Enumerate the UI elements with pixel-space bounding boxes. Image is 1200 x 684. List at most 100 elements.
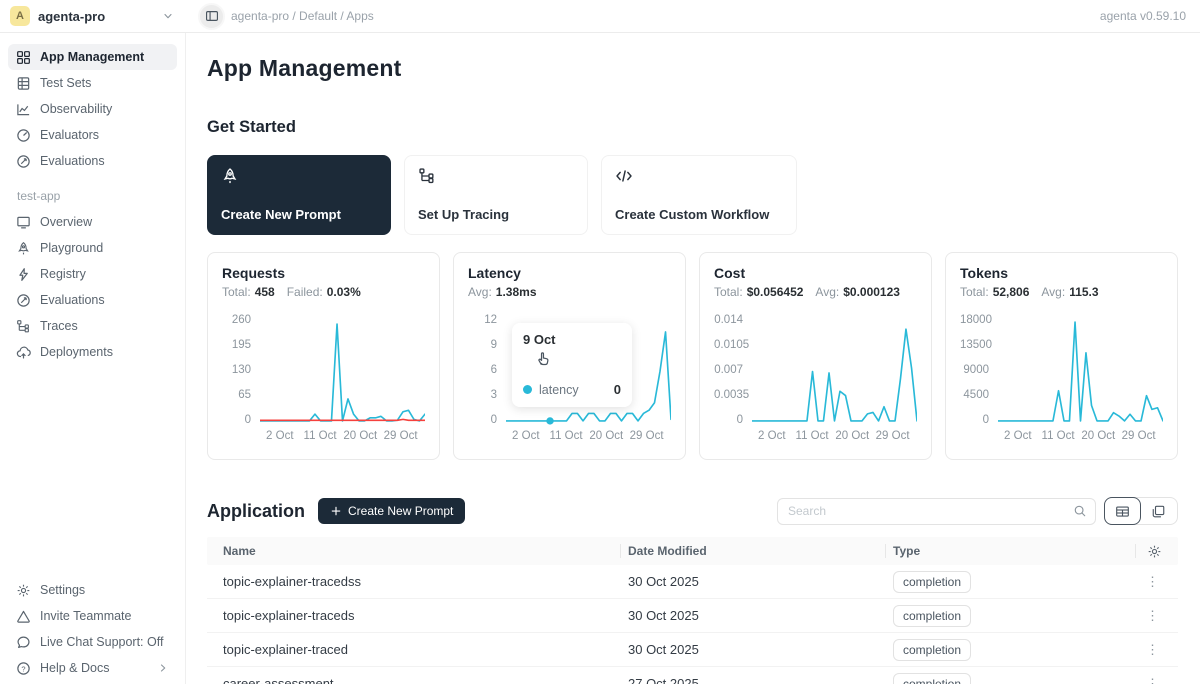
invite-icon	[16, 609, 31, 624]
get-started-card[interactable]: Set Up Tracing	[404, 155, 588, 235]
speed-icon	[16, 154, 31, 169]
hand-cursor-icon	[534, 349, 552, 367]
application-section-header: Application Create New Prompt	[207, 497, 1178, 525]
column-header-type[interactable]: Type	[885, 537, 1135, 565]
sidebar-item-label: Help & Docs	[40, 661, 109, 675]
chart-stats: Total:458Failed:0.03%	[222, 285, 425, 299]
sidebar-item-label: Registry	[40, 267, 86, 281]
plus-icon	[330, 505, 342, 517]
sidebar-item[interactable]: Evaluations	[8, 148, 177, 174]
chart-stat: Total:52,806	[960, 285, 1029, 299]
sidebar-item-label: Invite Teammate	[40, 609, 131, 623]
sidebar-section-label: test-app	[17, 189, 177, 203]
card-view-icon	[1151, 504, 1166, 519]
app-name-cell: topic-explainer-traceds	[207, 608, 620, 623]
sidebar: App Management Test Sets Observability E…	[0, 33, 186, 684]
get-started-heading: Get Started	[207, 118, 1178, 137]
date-modified-cell: 30 Oct 2025	[620, 642, 885, 657]
chart-title: Latency	[468, 265, 671, 281]
sidebar-item[interactable]: Registry	[8, 261, 177, 287]
app-name-cell: career-assessment	[207, 676, 620, 684]
get-started-cards: Create New Prompt Set Up Tracing Create …	[207, 155, 1178, 235]
sidebar-item[interactable]: Test Sets	[8, 70, 177, 96]
table-view-button[interactable]	[1104, 497, 1141, 525]
sidebar-item[interactable]: Evaluators	[8, 122, 177, 148]
create-new-prompt-button[interactable]: Create New Prompt	[318, 498, 465, 524]
sidebar-item[interactable]: Playground	[8, 235, 177, 261]
tree-icon	[418, 167, 436, 185]
chart-title: Cost	[714, 265, 917, 281]
get-started-card[interactable]: Create New Prompt	[207, 155, 391, 235]
sidebar-item[interactable]: Invite Teammate	[8, 603, 177, 629]
sidebar-item[interactable]: Evaluations	[8, 287, 177, 313]
table-row[interactable]: topic-explainer-traced 30 Oct 2025 compl…	[207, 633, 1178, 667]
sidebar-item[interactable]: Settings	[8, 577, 177, 603]
chart-x-axis: 2 Oct11 Oct20 Oct29 Oct	[998, 430, 1163, 445]
sidebar-item[interactable]: Overview	[8, 209, 177, 235]
get-started-card-label: Set Up Tracing	[418, 207, 509, 222]
grid-icon	[16, 50, 31, 65]
workspace-avatar: A	[10, 6, 30, 26]
sidebar-item[interactable]: Live Chat Support: Off	[8, 629, 177, 655]
chart-plot[interactable]	[998, 316, 1163, 426]
type-badge: completion	[893, 605, 971, 627]
table-settings-button[interactable]	[1135, 537, 1178, 565]
chart-stat: Avg:$0.000123	[815, 285, 900, 299]
get-started-card[interactable]: Create Custom Workflow	[601, 155, 797, 235]
series-line-requests	[260, 324, 425, 421]
workspace-switcher[interactable]: A agenta-pro	[0, 0, 186, 32]
table-row[interactable]: topic-explainer-tracedss 30 Oct 2025 com…	[207, 565, 1178, 599]
table-header: Name Date Modified Type	[207, 537, 1178, 565]
row-menu-icon[interactable]: ⋮	[1146, 676, 1178, 684]
table-row[interactable]: career-assessment 27 Oct 2025 completion…	[207, 667, 1178, 684]
sidebar-toggle-button[interactable]	[198, 3, 225, 30]
search-icon[interactable]	[1073, 504, 1087, 518]
date-modified-cell: 30 Oct 2025	[620, 574, 885, 589]
sidebar-item-label: App Management	[40, 50, 144, 64]
table-icon	[16, 76, 31, 91]
sidebar-item[interactable]: Deployments	[8, 339, 177, 365]
sidebar-item[interactable]: Traces	[8, 313, 177, 339]
chart-plot[interactable]	[752, 316, 917, 426]
sidebar-app-nav: Overview Playground Registry Evaluations…	[8, 209, 177, 365]
chevron-right-icon	[157, 662, 169, 674]
row-menu-icon[interactable]: ⋮	[1146, 574, 1178, 590]
row-menu-icon[interactable]: ⋮	[1146, 642, 1178, 658]
sidebar-item-label: Deployments	[40, 345, 113, 359]
date-modified-cell: 27 Oct 2025	[620, 676, 885, 684]
sidebar-item[interactable]: Observability	[8, 96, 177, 122]
applications-table: Name Date Modified Type topic-explainer-…	[207, 537, 1178, 684]
help-icon: ?	[16, 661, 31, 676]
series-line-tokens	[998, 322, 1163, 421]
tree-icon	[16, 319, 31, 334]
workspace-name: agenta-pro	[38, 9, 105, 24]
cloud-icon	[16, 345, 31, 360]
chart-plot[interactable]	[260, 316, 425, 426]
column-header-date-modified[interactable]: Date Modified	[620, 537, 885, 565]
sidebar-item-label: Overview	[40, 215, 92, 229]
rocket-icon	[16, 241, 31, 256]
card-view-button[interactable]	[1140, 498, 1177, 524]
sidebar-item-label: Settings	[40, 583, 85, 597]
sidebar-item-label: Playground	[40, 241, 103, 255]
table-row[interactable]: topic-explainer-traceds 30 Oct 2025 comp…	[207, 599, 1178, 633]
view-toggle	[1104, 497, 1178, 525]
sidebar-item[interactable]: App Management	[8, 44, 177, 70]
bolt-icon	[16, 267, 31, 282]
search-input[interactable]	[788, 504, 1073, 518]
speed-icon	[16, 293, 31, 308]
row-menu-icon[interactable]: ⋮	[1146, 608, 1178, 624]
breadcrumb: agenta-pro / Default / Apps	[231, 9, 374, 23]
get-started-card-label: Create New Prompt	[221, 207, 341, 222]
application-heading: Application	[207, 501, 305, 522]
code-icon	[615, 167, 633, 185]
chart-stat: Failed:0.03%	[287, 285, 361, 299]
column-header-name[interactable]: Name	[207, 537, 620, 565]
svg-text:?: ?	[21, 664, 25, 673]
chart-y-axis: 0.0140.01050.0070.00350	[714, 314, 752, 426]
page-title: App Management	[207, 55, 1178, 82]
chart-icon	[16, 102, 31, 117]
sidebar-item[interactable]: ? Help & Docs	[8, 655, 177, 681]
chart-tooltip: 9 Oct latency 0	[512, 323, 632, 407]
main-content: App Management Get Started Create New Pr…	[187, 33, 1200, 684]
